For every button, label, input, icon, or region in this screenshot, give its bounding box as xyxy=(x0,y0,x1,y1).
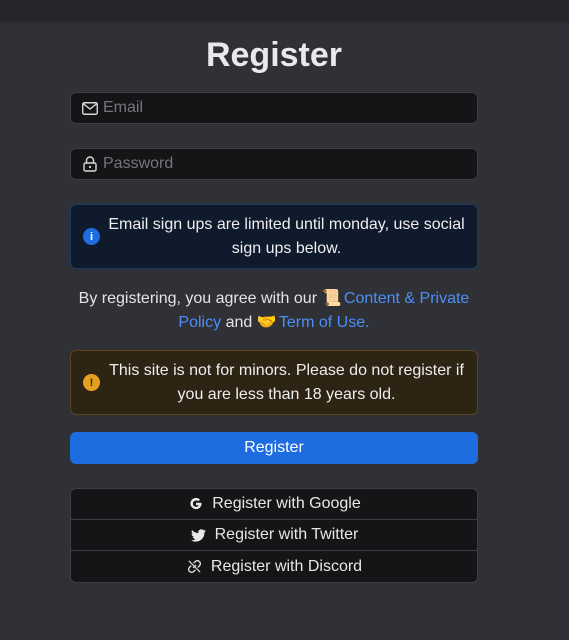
info-icon: i xyxy=(83,228,100,245)
handshake-icon: 🤝 xyxy=(256,314,277,331)
social-signup-group: Register with Google Register with Twitt… xyxy=(70,488,478,583)
terms-of-use-link[interactable]: Term of Use. xyxy=(279,314,370,331)
page-title: Register xyxy=(205,36,343,74)
register-google-label: Register with Google xyxy=(212,495,361,512)
register-discord-button[interactable]: Register with Discord xyxy=(71,551,477,582)
terms-text: By registering, you agree with our 📜 Con… xyxy=(68,287,480,335)
password-input[interactable] xyxy=(103,149,477,179)
terms-middle: and xyxy=(225,314,253,331)
register-button[interactable]: Register xyxy=(70,432,478,464)
register-discord-label: Register with Discord xyxy=(210,557,363,575)
top-bar xyxy=(0,0,569,19)
register-twitter-label: Register with Twitter xyxy=(214,526,359,543)
exclamation-icon: ! xyxy=(83,374,100,391)
register-twitter-button[interactable]: Register with Twitter xyxy=(71,520,477,551)
info-alert: i Email sign ups are limited until monda… xyxy=(70,204,478,269)
lock-icon xyxy=(81,155,99,173)
email-field[interactable] xyxy=(70,92,478,124)
email-input[interactable] xyxy=(103,93,477,123)
envelope-icon xyxy=(81,99,99,117)
link-icon xyxy=(186,558,204,576)
warning-alert-text: This site is not for minors. Please do n… xyxy=(109,361,464,403)
google-icon xyxy=(187,495,205,513)
info-alert-text: Email sign ups are limited until monday,… xyxy=(108,215,465,257)
password-field[interactable] xyxy=(70,148,478,180)
register-google-button[interactable]: Register with Google xyxy=(71,489,477,520)
terms-prefix: By registering, you agree with our xyxy=(78,290,318,307)
scroll-icon: 📜 xyxy=(321,290,342,307)
twitter-icon xyxy=(190,526,208,544)
warning-alert: ! This site is not for minors. Please do… xyxy=(70,350,478,415)
